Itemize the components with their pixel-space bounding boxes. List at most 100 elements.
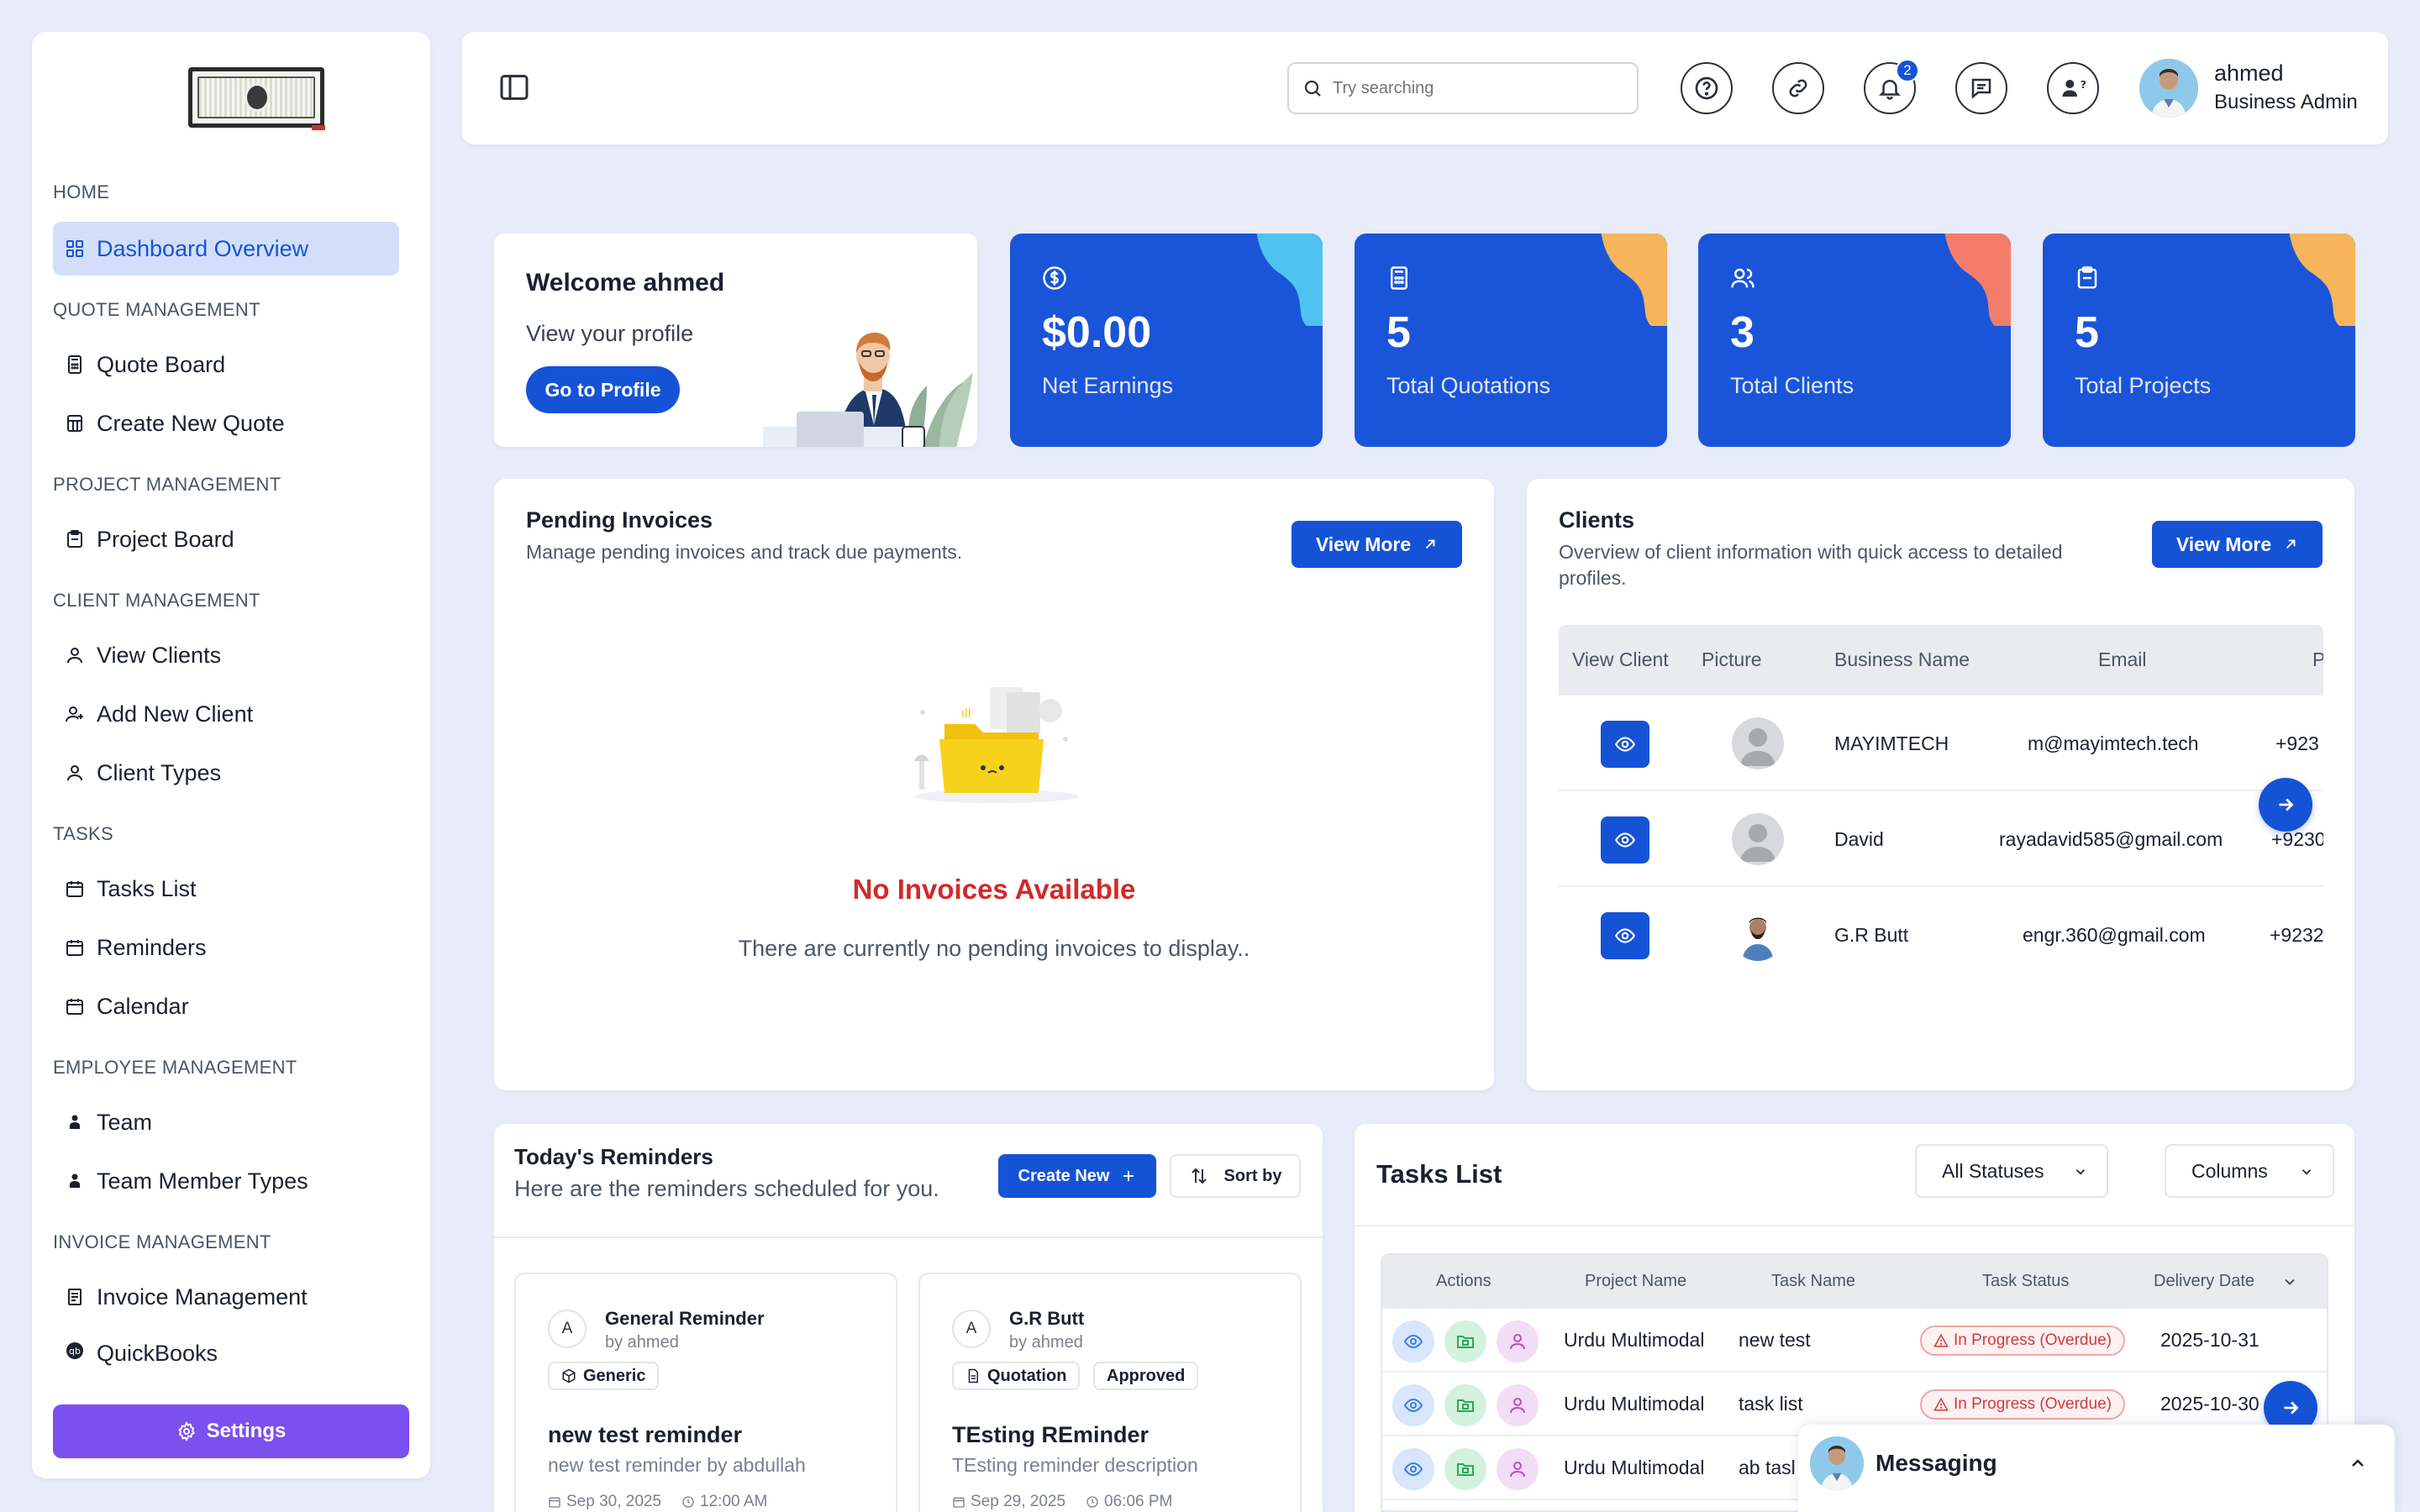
view-task-button[interactable] — [1392, 1384, 1434, 1426]
sidebar-item-dashboard[interactable]: Dashboard Overview — [53, 222, 399, 276]
sidebar-item-calendar[interactable]: Calendar — [53, 979, 399, 1033]
help-button[interactable] — [1681, 62, 1733, 114]
sidebar-item-view-clients[interactable]: View Clients — [53, 628, 399, 682]
sidebar-item-team[interactable]: Team — [53, 1095, 399, 1149]
reminder-title: TEsting REminder — [952, 1422, 1150, 1447]
open-folder-button[interactable] — [1444, 1384, 1486, 1426]
go-to-profile-button[interactable]: Go to Profile — [526, 366, 680, 413]
reminder-card[interactable]: A General Reminder by ahmed Generic new … — [514, 1273, 897, 1512]
user-icon — [1510, 1398, 1525, 1414]
stat-card-total-quotations[interactable]: 5 Total Quotations — [1355, 234, 1667, 447]
reminder-card[interactable]: A G.R Butt by ahmed Quotation Approved T… — [918, 1273, 1302, 1512]
task-name: ab tasl — [1739, 1457, 1796, 1478]
assign-user-button[interactable] — [1497, 1448, 1539, 1490]
columns-dropdown[interactable]: Columns — [2165, 1144, 2334, 1198]
top-bar: 2 ? ahmed Business Admin — [462, 32, 2388, 144]
empty-invoices-title: No Invoices Available — [852, 874, 1136, 905]
messaging-avatar — [1810, 1436, 1864, 1490]
assign-user-button[interactable] — [1497, 1384, 1539, 1426]
create-new-reminder-button[interactable]: Create New — [998, 1154, 1156, 1198]
messages-button[interactable] — [1955, 62, 2007, 114]
plus-icon — [1123, 1171, 1134, 1181]
section-home: HOME — [53, 181, 110, 202]
eye-icon — [1614, 832, 1636, 848]
invoices-view-more-button[interactable]: View More — [1292, 521, 1462, 568]
stat-card-total-projects[interactable]: 5 Total Projects — [2043, 234, 2355, 447]
link-button[interactable] — [1772, 62, 1824, 114]
task-project-name: Urdu Multimodal — [1564, 1393, 1705, 1415]
sidebar-item-label: View Clients — [97, 642, 222, 668]
sidebar-item-reminders[interactable]: Reminders — [53, 921, 399, 974]
clients-scroll-right-button[interactable] — [2259, 778, 2312, 832]
col-actions: Actions — [1436, 1272, 1491, 1290]
task-status-badge: In Progress (Overdue) — [1920, 1326, 2125, 1356]
chevron-down-icon[interactable] — [2281, 1273, 2298, 1290]
view-client-button[interactable] — [1601, 816, 1649, 864]
tag-label: Quotation — [987, 1366, 1067, 1385]
user-name: ahmed — [2214, 60, 2284, 86]
search-input[interactable] — [1333, 78, 1610, 98]
sidebar-item-quote-board[interactable]: Quote Board — [53, 338, 399, 391]
task-status-badge: In Progress (Overdue) — [1920, 1389, 2125, 1420]
person-photo-icon — [1810, 1436, 1864, 1490]
view-task-button[interactable] — [1392, 1448, 1434, 1490]
reminder-description: TEsting reminder description — [952, 1454, 1198, 1476]
view-task-button[interactable] — [1392, 1320, 1434, 1362]
svg-text:?: ? — [2081, 78, 2086, 91]
sidebar-item-project-board[interactable]: Project Board — [53, 512, 399, 566]
notification-badge: 2 — [1896, 59, 1919, 82]
task-project-name: Urdu Multimodal — [1564, 1329, 1705, 1351]
calendar-icon — [66, 940, 83, 956]
sidebar-item-label: Team Member Types — [97, 1168, 308, 1194]
gear-icon — [177, 1421, 195, 1441]
reminder-time: 12:00 AM — [700, 1493, 768, 1510]
sidebar-item-tasks-list[interactable]: Tasks List — [53, 862, 399, 916]
assign-user-button[interactable] — [1497, 1320, 1539, 1362]
search-box[interactable] — [1287, 62, 1639, 114]
sidebar-item-quickbooks[interactable]: qb QuickBooks — [53, 1329, 399, 1366]
sidebar-toggle-button[interactable] — [497, 71, 531, 104]
user-avatar[interactable] — [2139, 59, 2198, 118]
col-project-name: Project Name — [1585, 1272, 1687, 1290]
section-quote-management: QUOTE MANAGEMENT — [53, 299, 260, 320]
view-client-button[interactable] — [1601, 721, 1649, 768]
open-folder-button[interactable] — [1444, 1448, 1486, 1490]
clients-subtitle: Overview of client information with quic… — [1559, 541, 2063, 589]
client-business-name: G.R Butt — [1834, 924, 1909, 946]
stat-card-net-earnings[interactable]: $0.00 Net Earnings — [1010, 234, 1323, 447]
arrow-up-right-icon — [1426, 539, 1435, 549]
messaging-label: Messaging — [1876, 1450, 1997, 1476]
clients-title: Clients — [1559, 507, 1635, 533]
empty-folder-illustration: ıll — [914, 687, 1079, 803]
settings-label: Settings — [206, 1420, 287, 1442]
notifications-button[interactable]: 2 — [1864, 59, 1919, 114]
user-icon — [67, 765, 82, 781]
user-role: Business Admin — [2214, 91, 2358, 113]
divider — [494, 1236, 1323, 1238]
sidebar-item-label: QuickBooks — [97, 1341, 218, 1366]
welcome-card: Welcome ahmed View your profile Go to Pr… — [494, 234, 977, 447]
open-folder-button[interactable] — [1444, 1320, 1486, 1362]
company-logo[interactable] — [188, 67, 325, 130]
status-filter-dropdown[interactable]: All Statuses — [1915, 1144, 2108, 1198]
chat-icon — [1971, 78, 1991, 99]
view-more-label: View More — [1315, 533, 1412, 555]
messaging-widget[interactable]: Messaging — [1798, 1425, 2395, 1512]
team-icon — [70, 1115, 80, 1129]
sidebar-item-team-member-types[interactable]: Team Member Types — [53, 1154, 399, 1208]
task-name: new test — [1739, 1329, 1811, 1351]
sidebar-item-client-types[interactable]: Client Types — [53, 746, 399, 800]
user-icon — [1510, 1334, 1525, 1350]
sidebar-item-label: Project Board — [97, 526, 234, 552]
sidebar-item-create-new-quote[interactable]: Create New Quote — [53, 396, 399, 450]
sort-by-button[interactable]: Sort by — [1170, 1154, 1301, 1198]
chevron-up-icon[interactable] — [2348, 1453, 2368, 1473]
sidebar-item-add-new-client[interactable]: Add New Client — [53, 687, 399, 741]
col-task-status: Task Status — [1982, 1272, 2070, 1290]
sidebar-item-invoice-management[interactable]: Invoice Management — [53, 1270, 399, 1324]
clients-view-more-button[interactable]: View More — [2152, 521, 2323, 568]
user-help-button[interactable]: ? — [2047, 62, 2099, 114]
view-client-button[interactable] — [1601, 912, 1649, 959]
settings-button[interactable]: Settings — [53, 1404, 409, 1458]
stat-card-total-clients[interactable]: 3 Total Clients — [1698, 234, 2011, 447]
